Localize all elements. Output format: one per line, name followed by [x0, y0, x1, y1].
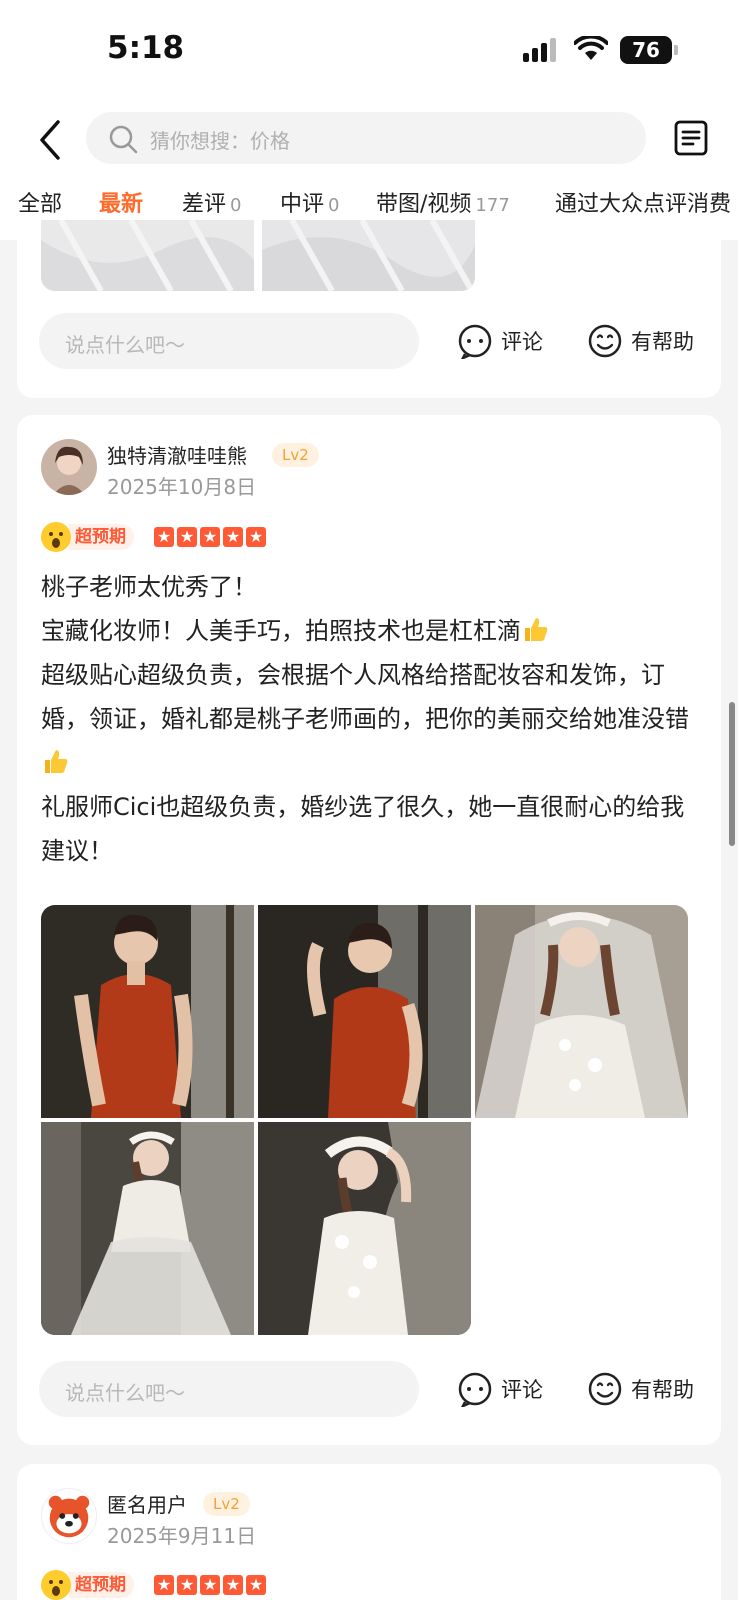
star-icon	[154, 527, 174, 547]
star-icon	[200, 1575, 220, 1595]
star-icon	[177, 1575, 197, 1595]
surprised-emoji-icon	[41, 522, 71, 552]
avatar[interactable]	[41, 1488, 97, 1544]
helpful-button[interactable]: 有帮助	[587, 1369, 694, 1409]
document-icon[interactable]	[674, 120, 708, 156]
review-line: 宝藏化妆师！人美手巧，拍照技术也是杠杠滴	[41, 617, 521, 645]
star-icon	[223, 527, 243, 547]
back-arrow-icon[interactable]	[34, 118, 66, 162]
review-card-previous: 说点什么吧～ 评论 有帮助	[17, 220, 721, 398]
status-bar: 5:18 76	[0, 0, 738, 100]
comment-icon	[458, 1372, 492, 1407]
tab-with-media[interactable]: 带图/视频 177	[376, 186, 510, 218]
comment-button[interactable]: 评论	[457, 1369, 543, 1409]
tab-verified-purchase[interactable]: 通过大众点评消费	[555, 186, 731, 218]
star-icon	[154, 1575, 174, 1595]
star-icon	[223, 1575, 243, 1595]
scrollbar[interactable]	[729, 702, 735, 846]
level-badge: Lv2	[272, 443, 319, 467]
star-rating	[154, 527, 266, 547]
search-input[interactable]: 猜你想搜：价格	[86, 112, 646, 164]
review-photo[interactable]	[258, 1122, 471, 1335]
comment-button[interactable]: 评论	[457, 321, 543, 361]
star-icon	[177, 527, 197, 547]
exceed-expectation-badge: 超预期	[41, 1570, 134, 1600]
tab-latest[interactable]: 最新	[99, 186, 143, 218]
username[interactable]: 匿名用户	[107, 1489, 187, 1518]
review-photo[interactable]	[41, 1122, 254, 1335]
review-date: 2025年10月8日	[107, 475, 257, 499]
helpful-icon	[588, 1372, 622, 1406]
tab-negative[interactable]: 差评 0	[182, 186, 241, 218]
thumbs-up-icon	[525, 618, 548, 641]
star-icon	[246, 1575, 266, 1595]
review-line: 礼服师Cici也超级负责，婚纱选了很久，她一直很耐心的给我建议！	[41, 793, 685, 865]
cellular-signal-icon	[523, 38, 559, 62]
surprised-emoji-icon	[41, 1570, 71, 1600]
exceed-expectation-badge: 超预期	[41, 522, 134, 552]
tab-all[interactable]: 全部	[18, 186, 62, 218]
avatar[interactable]	[41, 439, 97, 495]
review-body: 桃子老师太优秀了！ 宝藏化妆师！人美手巧，拍照技术也是杠杠滴 超级贴心超级负责，…	[41, 565, 701, 873]
review-line: 超级贴心超级负责，会根据个人风格给搭配妆容和发饰，订婚，领证，婚礼都是桃子老师画…	[41, 661, 689, 733]
review-photo[interactable]	[41, 905, 254, 1118]
filter-tabs: 全部 最新 差评 0 中评 0 带图/视频 177 通过大众点评消费	[0, 182, 738, 224]
search-icon	[109, 125, 138, 154]
search-placeholder: 猜你想搜：价格	[150, 129, 290, 153]
status-time: 5:18	[107, 30, 185, 66]
review-photo[interactable]	[41, 220, 254, 291]
comment-input[interactable]: 说点什么吧～	[39, 313, 419, 369]
review-photo[interactable]	[475, 905, 688, 1118]
level-badge: Lv2	[203, 1492, 250, 1516]
comment-icon	[458, 324, 492, 359]
review-card-next: 匿名用户 Lv2 2025年9月11日 超预期	[17, 1464, 721, 1600]
review-line: 桃子老师太优秀了！	[41, 573, 257, 601]
comment-input[interactable]: 说点什么吧～	[39, 1361, 419, 1417]
tab-neutral[interactable]: 中评 0	[280, 186, 339, 218]
review-photo[interactable]	[262, 220, 475, 291]
star-icon	[246, 527, 266, 547]
star-icon	[200, 527, 220, 547]
helpful-icon	[588, 324, 622, 358]
wifi-icon	[574, 36, 608, 60]
review-date: 2025年9月11日	[107, 1524, 257, 1548]
helpful-button[interactable]: 有帮助	[587, 321, 694, 361]
review-photo[interactable]	[258, 905, 471, 1118]
review-card: 独特清澈哇哇熊 Lv2 2025年10月8日 超预期 桃子老师太优秀了！ 宝藏化…	[17, 415, 721, 1445]
battery-icon: 76	[620, 36, 678, 64]
star-rating	[154, 1575, 266, 1595]
username[interactable]: 独特清澈哇哇熊	[107, 440, 247, 469]
header: 猜你想搜：价格 全部 最新 差评 0 中评 0 带图/视频 177 通过大众点评消费	[0, 100, 738, 240]
thumbs-up-icon	[45, 750, 68, 773]
